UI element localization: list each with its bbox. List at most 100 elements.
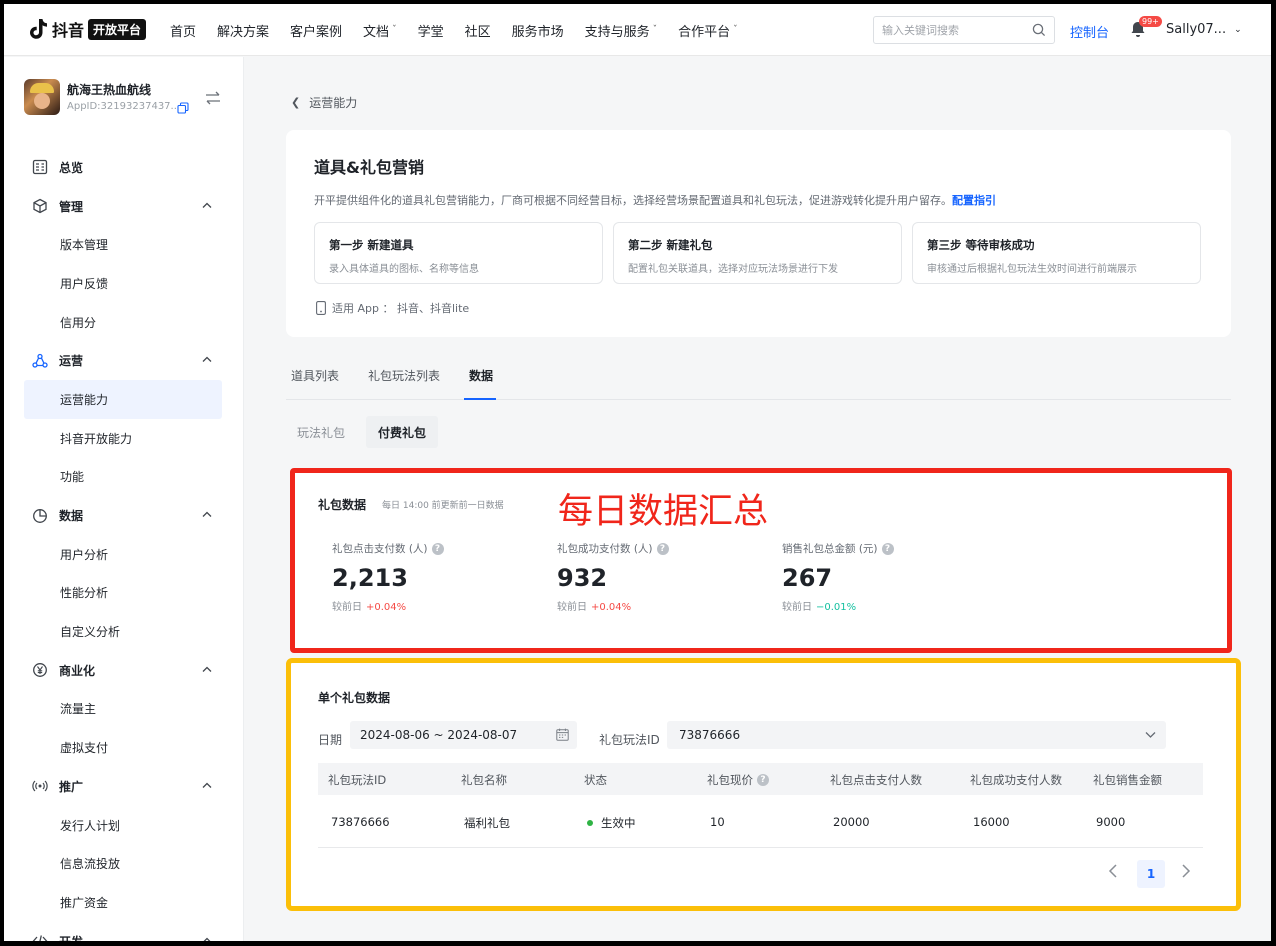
chevron-up-icon — [202, 666, 212, 672]
segment-play-gift[interactable]: 玩法礼包 — [286, 416, 356, 448]
status-badge: 生效中 — [601, 816, 636, 830]
sidebar-item[interactable]: 自定义分析 — [24, 612, 222, 651]
sidebar-group[interactable]: 管理 — [24, 187, 222, 226]
pagination-page[interactable]: 1 — [1137, 860, 1165, 888]
sidebar-group[interactable]: 数据 — [24, 496, 222, 535]
table-cell: 9000 — [1096, 815, 1125, 829]
step-card: 第一步 新建道具 录入具体道具的图标、名称等信息 — [314, 222, 603, 284]
column-header: 礼包销售金额 — [1093, 772, 1162, 788]
sidebar-item[interactable]: 发行人计划 — [24, 806, 222, 845]
sidebar-group[interactable]: 总览 — [24, 148, 222, 187]
sidebar-item[interactable]: 抖音开放能力 — [24, 419, 222, 458]
user-menu[interactable]: Sally07... ⌄ — [1166, 22, 1242, 37]
nav-item[interactable]: 客户案例 — [290, 21, 342, 40]
metric-success-pay: 礼包成功支付数 (人)? 932 较前日 +0.04% — [557, 541, 757, 613]
logo-text: 抖音 — [52, 21, 85, 40]
help-icon[interactable]: ? — [656, 542, 669, 555]
sidebar-group[interactable]: 商业化 — [24, 651, 222, 690]
sidebar-group-label: 商业化 — [59, 663, 96, 678]
sidebar-item[interactable]: 用户分析 — [24, 535, 222, 574]
date-range-picker[interactable]: 2024-08-06 ~ 2024-08-07 — [350, 721, 577, 749]
tab-gift-plays[interactable]: 礼包玩法列表 — [368, 367, 440, 384]
search-input[interactable] — [882, 23, 1022, 37]
tab-data[interactable]: 数据 — [469, 367, 493, 384]
sidebar-item[interactable]: 运营能力 — [24, 380, 222, 419]
daily-title: 礼包数据 — [318, 498, 367, 512]
breadcrumb-label[interactable]: 运营能力 — [309, 94, 357, 111]
notification-badge: 99+ — [1139, 16, 1162, 27]
chevron-left-icon[interactable]: ❮ — [291, 96, 300, 109]
switch-app-icon[interactable] — [205, 91, 221, 105]
nav-item[interactable]: 合作平台 ˇ — [678, 21, 738, 40]
single-gift-card: 单个礼包数据 日期 2024-08-06 ~ 2024-08-07 礼包玩法ID… — [286, 658, 1241, 911]
chevron-up-icon — [202, 202, 212, 208]
nav-item[interactable]: 服务市场 — [512, 21, 564, 40]
column-header: 礼包现价? — [707, 772, 769, 788]
sidebar-item[interactable]: 信息流投放 — [24, 844, 222, 883]
search-icon[interactable] — [1032, 23, 1046, 37]
nav-item-label: 客户案例 — [290, 24, 343, 40]
delta-label: 较前日 — [782, 602, 812, 613]
help-icon[interactable]: ? — [757, 774, 769, 786]
main-content: ❮ 运营能力 道具&礼包营销 开平提供组件化的道具礼包营销能力，厂商可根据不同经… — [245, 57, 1271, 941]
column-header: 礼包点击支付人数 — [830, 772, 922, 788]
nav-item[interactable]: 解决方案 — [217, 21, 269, 40]
tab-items[interactable]: 道具列表 — [291, 367, 339, 384]
guide-link[interactable]: 配置指引 — [952, 194, 996, 207]
segment-paid-gift[interactable]: 付费礼包 — [366, 416, 438, 448]
nav-item[interactable]: 首页 — [170, 21, 196, 40]
sidebar-item[interactable]: 功能 — [24, 458, 222, 497]
nav-item[interactable]: 社区 — [465, 21, 491, 40]
sidebar-group[interactable]: 推广 — [24, 767, 222, 806]
cell-text: 73876666 — [331, 815, 390, 829]
nav-menu: 首页 解决方案 客户案例 文档 ˇ 学堂 社区 服务市场 支持与服务 ˇ 合作平台 ˇ — [170, 4, 759, 56]
sidebar-item[interactable]: 信用分 — [24, 303, 222, 342]
operations-icon — [32, 353, 48, 368]
sidebar-group[interactable]: 开发 — [24, 922, 222, 941]
nav-item-label: 学堂 — [417, 24, 444, 40]
table-cell: 福利礼包 — [464, 815, 510, 831]
help-icon[interactable]: ? — [431, 542, 444, 555]
sidebar-item-label: 自定义分析 — [60, 625, 121, 640]
step-card: 第二步 新建礼包 配置礼包关联道具，选择对应玩法场景进行下发 — [613, 222, 902, 284]
chevron-up-icon — [203, 937, 211, 941]
top-navigation: 抖音 开放平台 首页 解决方案 客户案例 文档 ˇ 学堂 社区 服务市场 支持与服务 ˇ 合作平台 ˇ… — [4, 4, 1271, 56]
nav-item[interactable]: 文档 ˇ — [363, 21, 397, 40]
sidebar-item-label: 用户反馈 — [60, 276, 109, 291]
step-desc: 配置礼包关联道具，选择对应玩法场景进行下发 — [628, 264, 838, 275]
copy-icon[interactable] — [177, 102, 189, 114]
nav-item[interactable]: 学堂 — [418, 21, 444, 40]
table-header: 礼包玩法ID 礼包名称 状态 礼包现价? 礼包点击支付人数 礼包成功支付人数 礼包销售金额 — [318, 763, 1203, 795]
sidebar-item[interactable]: 性能分析 — [24, 574, 222, 613]
step-desc: 录入具体道具的图标、名称等信息 — [329, 264, 479, 275]
delta-value: +0.04% — [591, 602, 632, 613]
gift-id-select[interactable]: 73876666 — [667, 721, 1166, 749]
active-tab-indicator — [464, 398, 496, 400]
nav-item[interactable]: 支持与服务 ˇ — [585, 21, 658, 40]
search-box[interactable] — [873, 16, 1055, 44]
sidebar-item[interactable]: 版本管理 — [24, 225, 222, 264]
sidebar-item[interactable]: 流量主 — [24, 690, 222, 729]
sidebar-item[interactable]: 虚拟支付 — [24, 728, 222, 767]
sidebar-item[interactable]: 用户反馈 — [24, 264, 222, 303]
help-icon[interactable]: ? — [881, 542, 894, 555]
cube-icon — [33, 198, 47, 214]
app-window: 抖音 开放平台 首页 解决方案 客户案例 文档 ˇ 学堂 社区 服务市场 支持与服务 ˇ 合作平台 ˇ… — [4, 4, 1271, 941]
sidebar-group[interactable]: 运营 — [24, 341, 222, 380]
sidebar-item-label: 信用分 — [60, 315, 97, 330]
douyin-logo[interactable]: 抖音 开放平台 — [30, 18, 147, 40]
sidebar-group-label: 运营 — [59, 354, 84, 369]
nav-item-label: 文档 — [363, 24, 390, 40]
column-header-label: 礼包销售金额 — [1093, 773, 1162, 787]
table-cell: 20000 — [833, 815, 870, 829]
breadcrumb[interactable]: ❮ 运营能力 — [291, 94, 357, 111]
delta-label: 较前日 — [332, 602, 362, 613]
pie-chart-icon — [33, 508, 47, 523]
table-row: 73876666 福利礼包 生效中 10 20000 16000 9000 — [318, 795, 1203, 848]
console-link[interactable]: 控制台 — [1070, 22, 1109, 41]
sidebar-item[interactable]: 推广资金 — [24, 883, 222, 922]
chevron-left-icon[interactable] — [1108, 864, 1118, 878]
chevron-right-icon[interactable] — [1181, 864, 1191, 878]
sidebar-item-label: 推广资金 — [60, 895, 109, 910]
metric-value: 2,213 — [332, 564, 408, 592]
